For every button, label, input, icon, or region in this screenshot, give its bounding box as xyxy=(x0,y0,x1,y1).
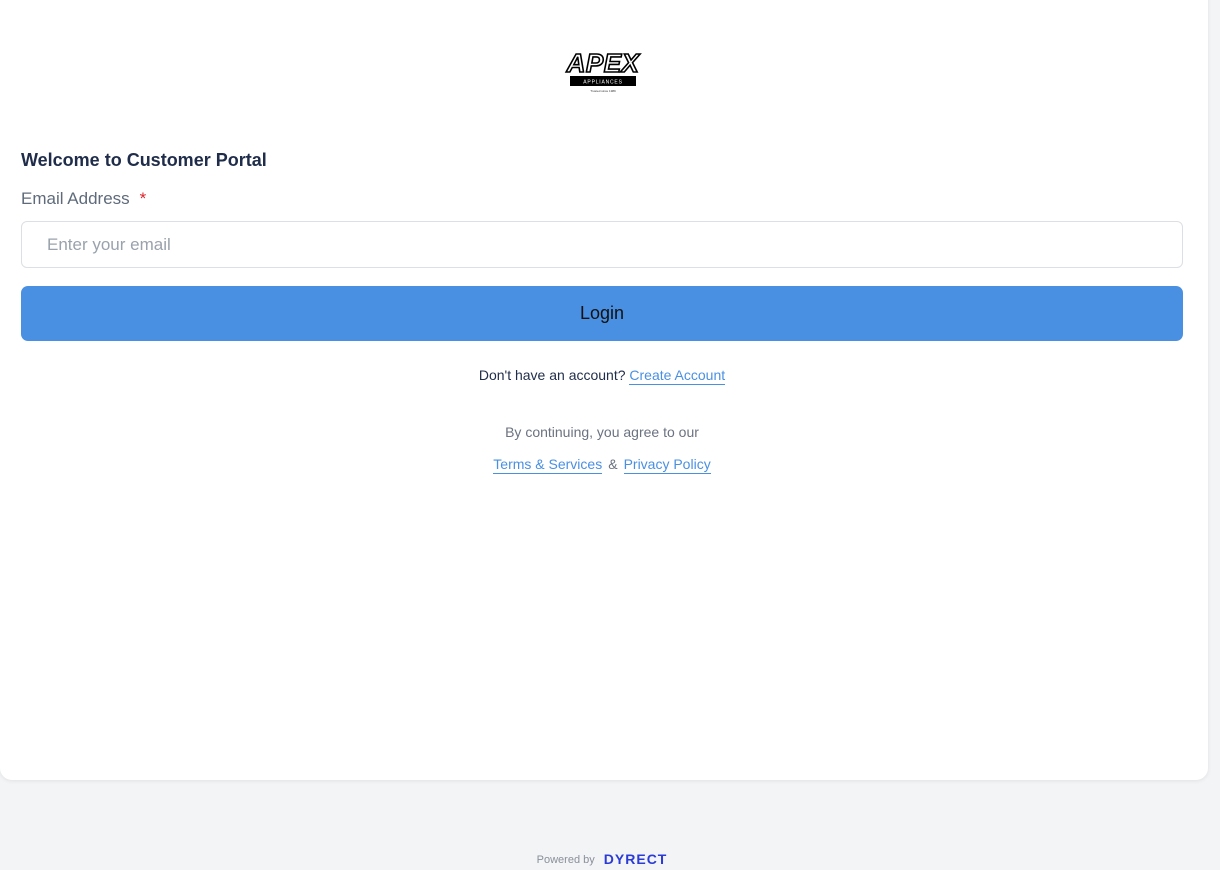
ampersand: & xyxy=(608,456,618,472)
footer: Powered by DYRECT xyxy=(0,851,1204,867)
login-card: APEX APPLIANCES Trusted since 1989 Welco… xyxy=(0,0,1208,780)
signup-prompt: Don't have an account? xyxy=(478,367,626,383)
login-button[interactable]: Login xyxy=(21,286,1183,341)
svg-text:Trusted since 1989: Trusted since 1989 xyxy=(590,89,616,93)
required-indicator: * xyxy=(139,189,147,208)
email-label-text: Email Address xyxy=(21,189,130,208)
terms-link[interactable]: Terms & Services xyxy=(493,456,603,474)
apex-logo: APEX APPLIANCES Trusted since 1989 xyxy=(565,48,641,93)
page-title: Welcome to Customer Portal xyxy=(21,150,267,170)
powered-by-text: Powered by xyxy=(536,854,595,866)
email-label: Email Address * xyxy=(21,189,146,209)
svg-text:APPLIANCES: APPLIANCES xyxy=(583,80,622,86)
agree-text: By continuing, you agree to our xyxy=(505,424,699,440)
privacy-link[interactable]: Privacy Policy xyxy=(623,456,711,474)
signup-row: Don't have an account? Create Account xyxy=(0,367,1204,385)
svg-text:APEX: APEX xyxy=(566,48,641,78)
create-account-link[interactable]: Create Account xyxy=(629,367,726,385)
legal-links: Terms & Services & Privacy Policy xyxy=(0,456,1204,474)
email-input[interactable] xyxy=(21,221,1183,268)
dyrect-logo[interactable]: DYRECT xyxy=(604,851,668,867)
